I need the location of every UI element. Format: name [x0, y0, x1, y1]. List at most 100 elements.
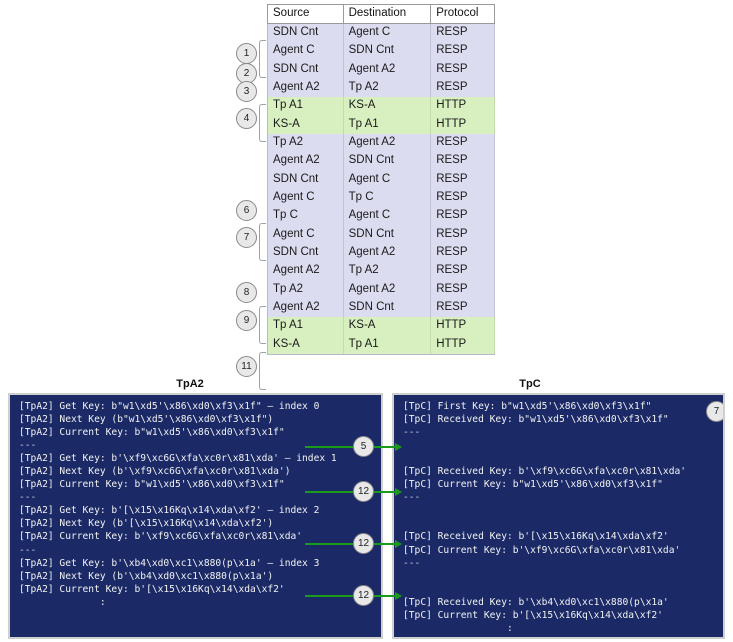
cell-destination: Tp A2 — [343, 78, 432, 98]
row-group-bracket — [259, 223, 266, 261]
terminal-panel-tpa2[interactable]: [TpA2] Get Key: b"w1\xd5'\x86\xd0\xf3\x1… — [8, 393, 383, 639]
cell-destination: Tp A1 — [343, 335, 432, 355]
terminal-line: : — [19, 596, 106, 608]
table-row[interactable]: SDN Cnt Agent A2 RESP — [267, 60, 495, 79]
column-header-destination: Destination — [343, 4, 432, 24]
terminal-line: : — [403, 622, 513, 634]
terminal-line: [TpA2] Next Key (b'\xf9\xc6G\xfa\xc0r\x8… — [19, 466, 291, 478]
table-row[interactable]: Tp A1 KS-A HTTP — [267, 97, 495, 116]
cell-source: SDN Cnt — [267, 243, 344, 263]
cell-protocol: RESP — [430, 78, 495, 98]
table-row[interactable]: Tp A2 Agent A2 RESP — [267, 280, 495, 299]
step-marker-7: 7 — [236, 227, 257, 248]
step-marker-9: 9 — [236, 310, 257, 331]
cell-source: Agent C — [267, 225, 344, 244]
cell-protocol: RESP — [430, 23, 495, 42]
cell-destination: Agent A2 — [343, 243, 432, 263]
cell-protocol: RESP — [430, 262, 495, 281]
terminal-area: TpA2 TpC [TpA2] Get Key: b"w1\xd5'\x86\x… — [0, 378, 733, 642]
terminal-line: [TpA2] Next Key (b'\xb4\xd0\xc1\x880(p\x… — [19, 570, 274, 582]
cell-protocol: RESP — [430, 280, 495, 299]
table-row[interactable]: KS-A Tp A1 HTTP — [267, 115, 495, 134]
connector-step-5: 5 — [353, 436, 374, 457]
cell-source: SDN Cnt — [267, 23, 344, 42]
connector-step-12: 12 — [353, 481, 374, 502]
terminal-line: [TpC] Received Key: b'\xf9\xc6G\xfa\xc0r… — [403, 466, 687, 478]
terminal-line: --- — [403, 557, 421, 569]
connector-arrowhead — [395, 539, 402, 548]
connector-line-right — [374, 446, 395, 448]
connector-line-right — [374, 543, 395, 545]
table-row[interactable]: Tp A2 Agent A2 RESP — [267, 133, 495, 153]
terminal-line: --- — [403, 427, 421, 439]
row-group-bracket — [259, 104, 266, 142]
terminal-line: [TpA2] Current Key: b'\xf9\xc6G\xfa\xc0r… — [19, 531, 303, 543]
terminal-line: [TpC] Received Key: b"w1\xd5'\x86\xd0\xf… — [403, 414, 669, 426]
cell-protocol: RESP — [430, 133, 495, 153]
connector-line-right — [374, 595, 395, 597]
cell-destination: Agent C — [343, 170, 432, 189]
cell-destination: Agent A2 — [343, 280, 432, 299]
packet-capture-table: Source Destination Protocol SDN Cnt Agent… — [267, 4, 495, 355]
connector-line-left — [305, 446, 353, 448]
cell-protocol: HTTP — [430, 335, 495, 355]
connector-arrowhead — [395, 591, 402, 600]
terminal-line: --- — [403, 492, 421, 504]
cell-destination: Tp C — [343, 188, 432, 208]
cell-protocol: RESP — [430, 152, 495, 171]
cell-destination: SDN Cnt — [343, 152, 432, 171]
terminal-line: [TpC] Current Key: b'[\x15\x16Kq\x14\xda… — [403, 609, 663, 621]
connector-arrowhead — [395, 442, 402, 451]
step-marker-11: 11 — [236, 356, 257, 377]
table-row[interactable]: Agent A2 Tp A2 RESP — [267, 262, 495, 281]
table-row[interactable]: SDN Cnt Agent A2 RESP — [267, 243, 495, 263]
terminal-line: [TpA2] Current Key: b"w1\xd5'\x86\xd0\xf… — [19, 427, 285, 439]
table-row[interactable]: Tp A1 KS-A HTTP — [267, 317, 495, 336]
cell-destination: SDN Cnt — [343, 42, 432, 61]
cell-protocol: RESP — [430, 188, 495, 208]
table-row[interactable]: Tp C Agent C RESP — [267, 207, 495, 226]
cell-protocol: RESP — [430, 225, 495, 244]
terminal-line: [TpA2] Next Key (b'[\x15\x16Kq\x14\xda\x… — [19, 518, 274, 530]
cell-destination: Agent C — [343, 23, 432, 42]
cell-source: Tp A2 — [267, 280, 344, 299]
table-row[interactable]: Agent C SDN Cnt RESP — [267, 225, 495, 244]
cell-source: SDN Cnt — [267, 60, 344, 79]
table-header: Source Destination Protocol — [267, 4, 495, 24]
cell-destination: SDN Cnt — [343, 298, 432, 318]
cell-source: Agent A2 — [267, 298, 344, 318]
table-row[interactable]: KS-A Tp A1 HTTP — [267, 335, 495, 355]
table-row[interactable]: Agent A2 Tp A2 RESP — [267, 78, 495, 98]
table-row[interactable]: Agent C Tp C RESP — [267, 188, 495, 208]
table-row[interactable]: Agent A2 SDN Cnt RESP — [267, 298, 495, 318]
table-row[interactable]: SDN Cnt Agent C RESP — [267, 170, 495, 189]
cell-destination: KS-A — [343, 97, 432, 116]
cell-source: Agent A2 — [267, 78, 344, 98]
connector-line-right — [374, 491, 395, 493]
column-header-protocol: Protocol — [430, 4, 495, 24]
cell-protocol: RESP — [430, 42, 495, 61]
table-row[interactable]: Agent C SDN Cnt RESP — [267, 42, 495, 61]
terminal-line: [TpA2] Get Key: b"w1\xd5'\x86\xd0\xf3\x1… — [19, 401, 320, 412]
cell-destination: KS-A — [343, 317, 432, 336]
terminal-line: --- — [19, 492, 37, 504]
table-row[interactable]: SDN Cnt Agent C RESP — [267, 23, 495, 42]
terminal-line: [TpA2] Current Key: b'[\x15\x16Kq\x14\xd… — [19, 583, 285, 595]
cell-source: KS-A — [267, 115, 344, 134]
terminal-log-tpc: [TpC] First Key: b"w1\xd5'\x86\xd0\xf3\x… — [394, 400, 723, 635]
terminal-panel-tpc[interactable]: [TpC] First Key: b"w1\xd5'\x86\xd0\xf3\x… — [392, 393, 725, 639]
cell-destination: Tp A2 — [343, 262, 432, 281]
terminal-line: [TpC] Received Key: b'[\x15\x16Kq\x14\xd… — [403, 531, 669, 543]
step-marker-1: 1 — [236, 43, 257, 64]
cell-protocol: HTTP — [430, 97, 495, 116]
cell-source: Agent C — [267, 188, 344, 208]
cell-protocol: RESP — [430, 298, 495, 318]
table-row[interactable]: Agent A2 SDN Cnt RESP — [267, 152, 495, 171]
terminal-line: [TpA2] Current Key: b"w1\xd5'\x86\xd0\xf… — [19, 479, 285, 491]
terminal-line: [TpA2] Next Key (b"w1\xd5'\x86\xd0\xf3\x… — [19, 414, 274, 426]
